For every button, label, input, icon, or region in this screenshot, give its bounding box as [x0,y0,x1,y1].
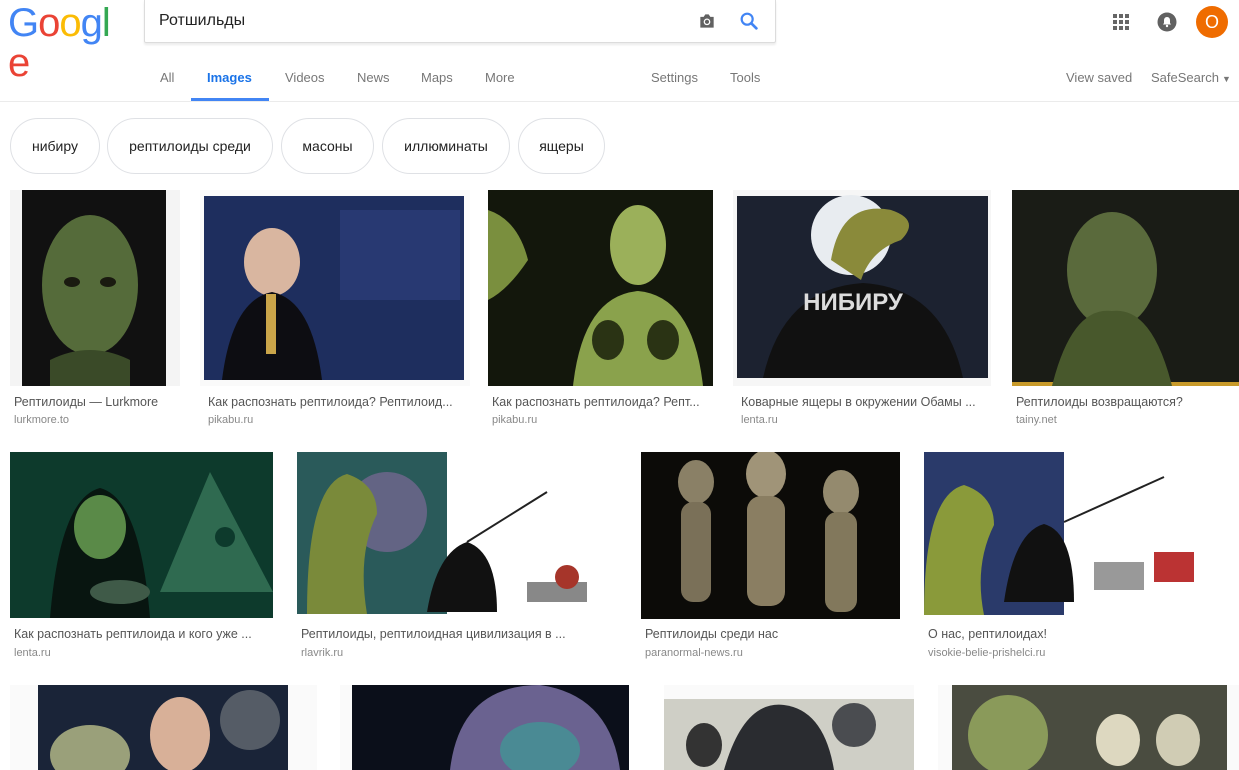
active-tab-indicator [191,98,269,101]
reptile-warriors-image[interactable] [938,685,1239,770]
hooded-lizard-illuminati-image[interactable] [10,452,273,618]
result-tile[interactable] [938,685,1239,770]
result-caption: Рептилоиды, рептилоидная цивилизация в .… [301,627,566,641]
search-input[interactable] [159,9,679,33]
result-domain: visokie-belie-prishelci.ru [928,647,1046,659]
result-tile[interactable]: Рептилоиды возвращаются? tainy.net [1012,190,1239,435]
result-caption: Рептилоиды среди нас [645,627,779,641]
result-tile[interactable]: Рептилоиды среди нас paranormal-news.ru [641,452,900,667]
account-avatar[interactable]: O [1196,6,1228,38]
tab-news[interactable]: News [357,70,390,86]
lizard-man-portrait-image[interactable] [1012,190,1239,386]
tab-all[interactable]: All [160,70,174,86]
tab-maps[interactable]: Maps [421,70,453,86]
reptile-fishing-cartoon-image[interactable] [297,452,617,614]
logo-letter: G [8,1,39,45]
result-caption: Как распознать рептилоида? Рептилоид... [208,395,453,409]
view-saved-link[interactable]: View saved [1066,70,1132,86]
result-domain: pikabu.ru [492,414,538,426]
apps-grid-icon[interactable] [1113,14,1129,30]
search-icon[interactable] [738,10,760,32]
chip-nibiru[interactable]: нибиру [10,118,100,174]
search-box [144,0,776,43]
result-caption: О нас, рептилоидах! [928,627,1047,641]
result-domain: paranormal-news.ru [645,647,743,659]
tab-videos[interactable]: Videos [285,70,325,86]
tab-settings[interactable]: Settings [651,70,698,86]
chip-masons[interactable]: масоны [281,118,374,174]
hooded-reptile-space-image[interactable] [340,685,629,770]
safesearch-dropdown[interactable]: SafeSearch ▼ [1151,70,1231,87]
nibiru-shirt-text: НИБИРУ [803,289,904,316]
logo-letter: l [101,1,111,45]
result-tile[interactable]: Как распознать рептилоида? Репт... pikab… [488,190,713,435]
three-aliens-image[interactable] [641,452,900,619]
result-caption: Как распознать рептилоида? Репт... [492,395,700,409]
camera-icon[interactable] [697,11,717,31]
logo-letter: o [59,1,81,45]
green-lizard-woman-image[interactable] [488,190,713,386]
result-domain: rlavrik.ru [301,647,344,659]
result-tile[interactable] [10,685,317,770]
chevron-down-icon: ▼ [1221,74,1231,84]
tab-images[interactable]: Images [207,70,252,86]
man-in-suit-image[interactable] [200,190,470,386]
logo-letter: o [38,1,60,45]
reptile-cartoon-image[interactable] [924,452,1216,615]
chip-lizards[interactable]: ящеры [518,118,605,174]
politician-alien-image[interactable] [10,685,317,770]
safesearch-label: SafeSearch [1151,70,1219,85]
result-tile[interactable]: Рептилоиды — Lurkmore lurkmore.to [10,190,180,435]
result-tile[interactable]: НИБИРУ Коварные ящеры в окружении Обамы … [733,190,991,435]
result-tile[interactable] [340,685,629,770]
result-domain: lenta.ru [14,647,51,659]
result-caption: Рептилоиды возвращаются? [1016,395,1183,409]
result-tile[interactable]: О нас, рептилоидах! visokie-belie-prishe… [924,452,1216,667]
result-tile[interactable] [664,685,914,770]
chip-illuminati[interactable]: иллюминаты [382,118,510,174]
result-caption: Как распознать рептилоида и кого уже ... [14,627,252,641]
reptilian-face-image[interactable] [10,190,180,386]
result-domain: tainy.net [1016,414,1057,426]
tab-more[interactable]: More [485,70,515,86]
result-tile[interactable]: Рептилоиды, рептилоидная цивилизация в .… [297,452,617,667]
chip-reptiloids-among[interactable]: рептилоиды среди [107,118,273,174]
result-domain: lurkmore.to [14,414,70,426]
result-caption: Коварные ящеры в окружении Обамы ... [741,395,976,409]
armored-reptiles-image[interactable] [664,685,914,770]
google-logo[interactable]: Google [8,1,128,83]
result-domain: lenta.ru [741,414,778,426]
search-tabs: All Images Videos News Maps More Setting… [0,60,1239,102]
result-caption: Рептилоиды — Lurkmore [14,395,159,409]
snake-head-nibiru-shirt-image[interactable]: НИБИРУ [733,190,991,386]
top-bar: Google O All Images Videos News Maps Mor… [0,0,1239,102]
logo-letter: g [80,1,103,45]
result-tile[interactable]: Как распознать рептилоида? Рептилоид... … [200,190,470,435]
result-domain: pikabu.ru [208,414,254,426]
result-tile[interactable]: Как распознать рептилоида и кого уже ...… [10,452,273,667]
notifications-icon[interactable] [1157,12,1177,32]
tab-tools[interactable]: Tools [730,70,760,86]
